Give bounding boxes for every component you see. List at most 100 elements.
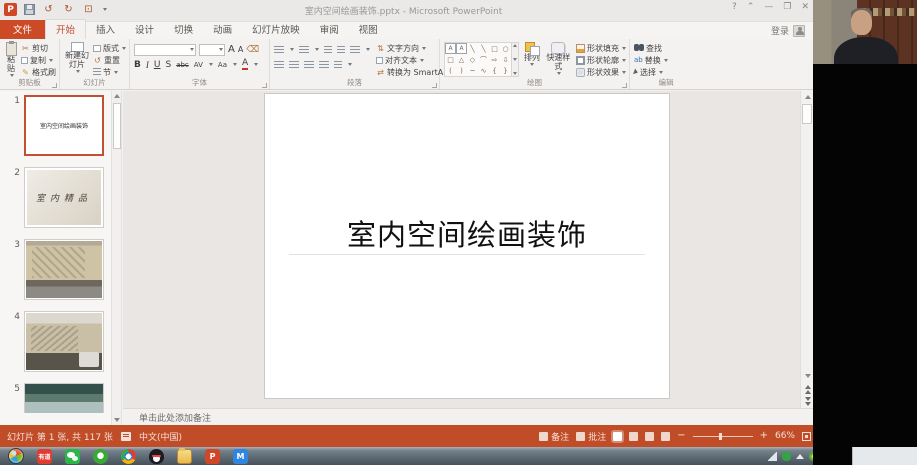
- zoom-slider-thumb[interactable]: [719, 433, 722, 440]
- sign-in[interactable]: 登录: [771, 24, 805, 37]
- shape-line2-icon[interactable]: ╲: [478, 43, 489, 54]
- shape-wave-icon[interactable]: ∿: [478, 65, 489, 76]
- shape-arc-icon[interactable]: ⌒: [478, 54, 489, 65]
- change-case-button[interactable]: Aa: [218, 61, 227, 69]
- restore-button[interactable]: ❐: [783, 2, 791, 12]
- shape-brace-open-icon[interactable]: {: [489, 65, 500, 76]
- thumbnail-scrollbar[interactable]: [112, 91, 122, 425]
- tab-animations[interactable]: 动画: [203, 20, 242, 39]
- tab-file[interactable]: 文件: [0, 20, 45, 39]
- tab-design[interactable]: 设计: [125, 20, 164, 39]
- comments-toggle-button[interactable]: 批注: [576, 430, 606, 443]
- volume-icon[interactable]: [768, 452, 777, 461]
- strikethrough-button[interactable]: abc: [176, 61, 189, 69]
- start-button[interactable]: [8, 448, 24, 464]
- replace-button[interactable]: ab替换: [634, 54, 699, 66]
- align-left-icon[interactable]: [274, 61, 284, 69]
- slide-3-thumbnail[interactable]: [24, 239, 104, 300]
- scroll-thumb[interactable]: [802, 104, 812, 124]
- font-color-button[interactable]: A: [242, 59, 248, 70]
- reset-button[interactable]: ↺重置: [93, 54, 126, 66]
- character-spacing-button[interactable]: AV: [194, 61, 203, 69]
- previous-slide-button[interactable]: [805, 385, 811, 394]
- clipboard-dialog-launcher[interactable]: [52, 83, 57, 88]
- shape-outline-button[interactable]: 形状轮廓: [576, 54, 626, 66]
- increase-indent-icon[interactable]: [337, 46, 345, 54]
- layout-button[interactable]: 版式: [93, 42, 126, 54]
- slideshow-view-button[interactable]: [661, 432, 670, 441]
- slide-5-thumbnail[interactable]: [24, 383, 104, 413]
- shape-line-icon[interactable]: ╲: [467, 43, 478, 54]
- paste-button[interactable]: 粘贴: [4, 42, 18, 79]
- slide-2-thumbnail[interactable]: 室内精品: [24, 167, 104, 228]
- slide-1-thumbnail[interactable]: 室内空间绘画装饰: [24, 95, 104, 156]
- shape-brace-close-icon[interactable]: }: [500, 65, 511, 76]
- grow-font-button[interactable]: A: [228, 44, 235, 55]
- columns-icon[interactable]: [334, 61, 342, 69]
- zoom-in-button[interactable]: +: [760, 431, 768, 441]
- chrome-app-icon[interactable]: [121, 449, 136, 464]
- quick-styles-button[interactable]: 快速样式: [545, 42, 572, 79]
- qq-app-icon[interactable]: [149, 449, 164, 464]
- shape-textbox2-icon[interactable]: A: [456, 43, 467, 54]
- shape-rect-icon[interactable]: □: [489, 43, 500, 54]
- reading-view-button[interactable]: [645, 432, 654, 441]
- tab-slideshow[interactable]: 幻灯片放映: [242, 20, 310, 39]
- thumb-scroll-up-icon[interactable]: [112, 91, 122, 101]
- copy-button[interactable]: 复制: [21, 54, 56, 66]
- next-slide-button[interactable]: [805, 397, 811, 406]
- vertical-scrollbar[interactable]: [800, 91, 813, 408]
- browser-360-app-icon[interactable]: [93, 449, 108, 464]
- shape-oval-icon[interactable]: ○: [500, 43, 511, 54]
- tab-home[interactable]: 开始: [45, 19, 86, 39]
- shape-triangle-icon[interactable]: △: [456, 54, 467, 65]
- shape-arrow-right-icon[interactable]: ⇨: [489, 54, 500, 65]
- align-right-icon[interactable]: [304, 61, 314, 69]
- file-explorer-icon[interactable]: [177, 449, 192, 464]
- notes-placeholder[interactable]: 单击此处添加备注: [139, 411, 211, 424]
- shapes-gallery-scroll[interactable]: [512, 42, 519, 77]
- find-button[interactable]: 查找: [634, 42, 699, 54]
- notes-pane[interactable]: 单击此处添加备注: [123, 408, 813, 425]
- fit-to-window-button[interactable]: [802, 432, 811, 441]
- shape-arrow-down-icon[interactable]: ⇩: [500, 54, 511, 65]
- new-slide-button[interactable]: 新建幻灯片: [64, 42, 90, 79]
- help-button[interactable]: ?: [732, 2, 737, 12]
- shape-textbox-icon[interactable]: A: [445, 43, 456, 54]
- paragraph-dialog-launcher[interactable]: [432, 83, 437, 88]
- zoom-slider[interactable]: [693, 436, 753, 437]
- thumb-scroll-thumb[interactable]: [113, 103, 121, 149]
- language-indicator[interactable]: 中文(中国): [139, 430, 182, 443]
- tab-transitions[interactable]: 切换: [164, 20, 203, 39]
- underline-button[interactable]: U: [154, 60, 161, 70]
- font-size-combo[interactable]: [199, 44, 225, 56]
- decrease-indent-icon[interactable]: [324, 46, 332, 54]
- shapes-gallery[interactable]: A A ╲ ╲ □ ○ □ △ ◇ ⌒ ⇨ ⇩ (: [444, 42, 512, 77]
- youdao-app-icon[interactable]: 有道: [37, 449, 52, 464]
- webcam-overlay-window[interactable]: [813, 0, 917, 465]
- close-button[interactable]: ✕: [801, 2, 809, 12]
- justify-icon[interactable]: [319, 61, 329, 69]
- minimize-button[interactable]: —: [764, 2, 773, 12]
- font-name-combo[interactable]: [134, 44, 196, 56]
- numbering-icon[interactable]: [299, 46, 309, 54]
- shape-rect2-icon[interactable]: □: [445, 54, 456, 65]
- clear-formatting-button[interactable]: ⌫: [246, 45, 259, 55]
- align-center-icon[interactable]: [289, 61, 299, 69]
- current-slide[interactable]: 室内空间绘画装饰: [264, 93, 670, 399]
- shape-curve-icon[interactable]: ~: [467, 65, 478, 76]
- normal-view-button[interactable]: [613, 432, 622, 441]
- spellcheck-icon[interactable]: [121, 432, 131, 441]
- powerpoint-taskbar-icon[interactable]: P: [205, 449, 220, 464]
- slide-title-text[interactable]: 室内空间绘画装饰: [265, 212, 669, 254]
- line-spacing-icon[interactable]: [350, 46, 360, 54]
- font-dialog-launcher[interactable]: [262, 83, 267, 88]
- shape-diamond-icon[interactable]: ◇: [467, 54, 478, 65]
- zoom-out-button[interactable]: −: [677, 431, 685, 441]
- cut-button[interactable]: ✂剪切: [21, 42, 56, 54]
- shadow-button[interactable]: S: [165, 60, 171, 70]
- shape-paren-close-icon[interactable]: ): [456, 65, 467, 76]
- slide-sorter-view-button[interactable]: [629, 432, 638, 441]
- bullets-icon[interactable]: [274, 46, 284, 54]
- tray-expand-icon[interactable]: [796, 454, 804, 459]
